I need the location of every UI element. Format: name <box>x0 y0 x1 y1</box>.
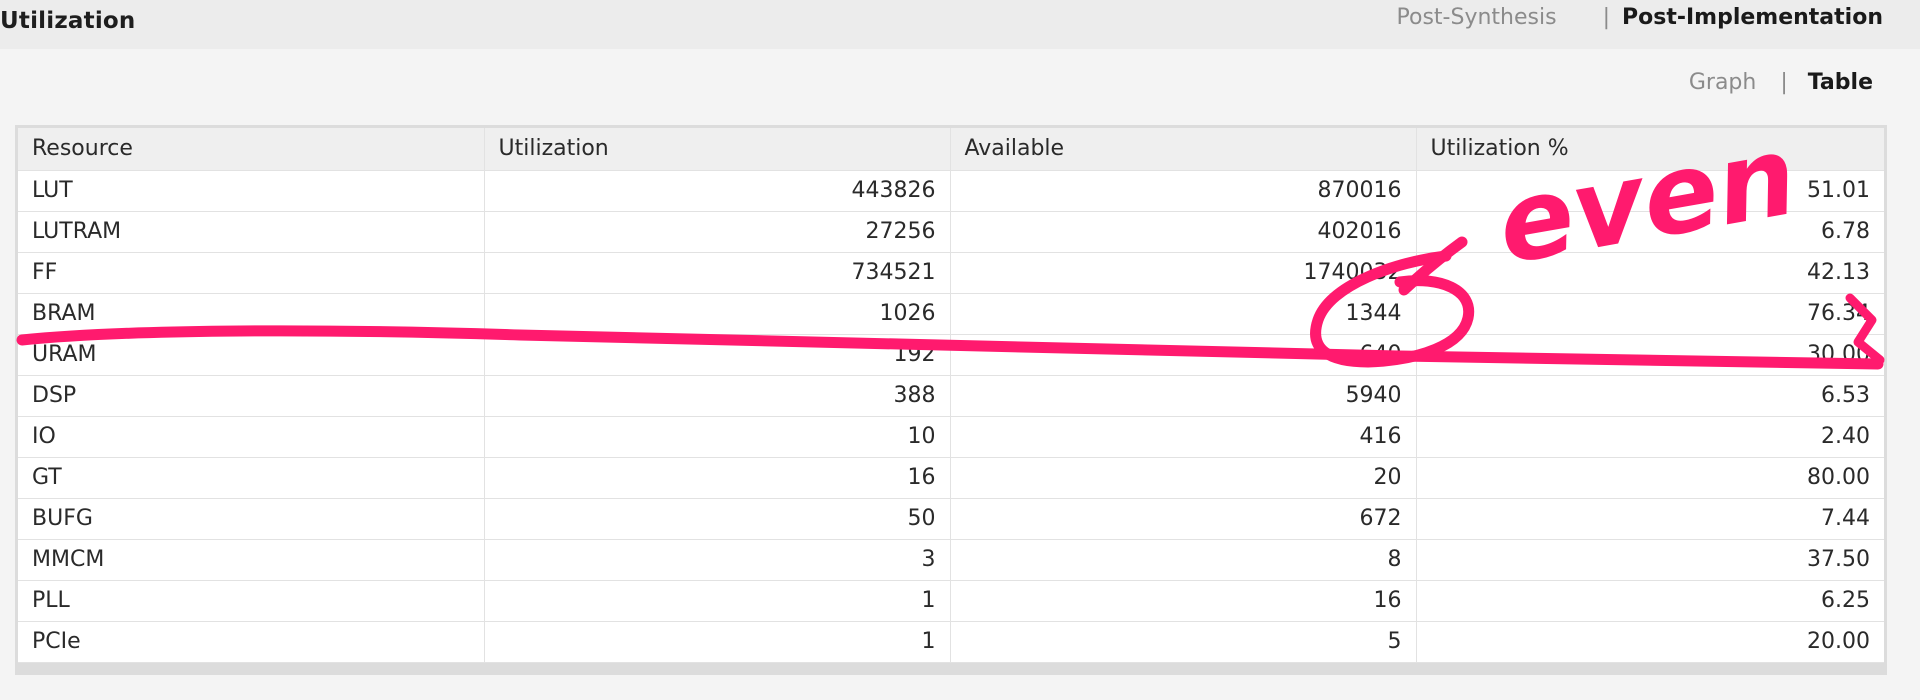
table-row[interactable]: IO 10 416 2.40 <box>18 416 1884 458</box>
cell-resource: URAM <box>18 334 485 376</box>
cell-utilization: 3 <box>484 539 951 581</box>
cell-utilization: 443826 <box>484 170 951 212</box>
post-synthesis-option[interactable]: Post-Synthesis <box>1397 5 1557 30</box>
cell-utilization: 1 <box>484 580 951 622</box>
panel-title: Utilization <box>0 8 136 34</box>
cell-available: 416 <box>950 416 1417 458</box>
cell-utilization: 16 <box>484 457 951 499</box>
cell-resource: MMCM <box>18 539 485 581</box>
column-header-available[interactable]: Available <box>950 128 1417 171</box>
table-body: LUT 443826 870016 51.01 LUTRAM 27256 402016 6.7… <box>18 170 1884 663</box>
post-implementation-option[interactable]: Post-Implementation <box>1622 5 1883 30</box>
cell-available: 870016 <box>950 170 1417 212</box>
table-row[interactable]: PLL 1 16 6.25 <box>18 580 1884 622</box>
phase-toggle: Post-Synthesis | Post-Implementation <box>1397 3 1883 33</box>
table-row[interactable]: PCIe 1 5 20.00 <box>18 621 1884 663</box>
column-header-utilization[interactable]: Utilization <box>484 128 951 171</box>
cell-utilization-percent: 7.44 <box>1416 498 1884 540</box>
table-row[interactable]: BRAM 1026 1344 76.34 <box>18 293 1884 335</box>
cell-utilization: 192 <box>484 334 951 376</box>
table-row[interactable]: MMCM 3 8 37.50 <box>18 539 1884 581</box>
cell-resource: IO <box>18 416 485 458</box>
cell-utilization: 734521 <box>484 252 951 294</box>
cell-available: 5940 <box>950 375 1417 417</box>
cell-resource: LUTRAM <box>18 211 485 253</box>
panel-header: Utilization Post-Synthesis | Post-Implemen… <box>0 0 1920 49</box>
graph-view-option[interactable]: Graph <box>1689 70 1756 95</box>
column-header-utilization-percent[interactable]: Utilization % <box>1416 128 1884 171</box>
view-toggle: Graph | Table <box>1689 68 1873 98</box>
cell-utilization-percent: 6.25 <box>1416 580 1884 622</box>
cell-available: 16 <box>950 580 1417 622</box>
cell-utilization-percent: 20.00 <box>1416 621 1884 663</box>
cell-resource: BUFG <box>18 498 485 540</box>
table-row[interactable]: LUTRAM 27256 402016 6.78 <box>18 211 1884 253</box>
utilization-table-container: Resource Utilization Available Utilizati… <box>15 125 1887 675</box>
cell-utilization: 1026 <box>484 293 951 335</box>
cell-utilization-percent: 2.40 <box>1416 416 1884 458</box>
cell-utilization: 10 <box>484 416 951 458</box>
cell-utilization-percent: 51.01 <box>1416 170 1884 212</box>
cell-available: 402016 <box>950 211 1417 253</box>
cell-utilization-percent: 76.34 <box>1416 293 1884 335</box>
cell-utilization: 1 <box>484 621 951 663</box>
table-row[interactable]: LUT 443826 870016 51.01 <box>18 170 1884 212</box>
cell-utilization: 27256 <box>484 211 951 253</box>
cell-available: 640 <box>950 334 1417 376</box>
cell-available: 20 <box>950 457 1417 499</box>
table-view-option[interactable]: Table <box>1808 70 1873 95</box>
cell-available: 672 <box>950 498 1417 540</box>
table-row[interactable]: URAM 192 640 30.00 <box>18 334 1884 376</box>
cell-utilization: 388 <box>484 375 951 417</box>
utilization-table: Resource Utilization Available Utilizati… <box>18 128 1884 663</box>
table-row[interactable]: GT 16 20 80.00 <box>18 457 1884 499</box>
cell-utilization-percent: 42.13 <box>1416 252 1884 294</box>
cell-resource: LUT <box>18 170 485 212</box>
cell-utilization-percent: 37.50 <box>1416 539 1884 581</box>
table-row[interactable]: BUFG 50 672 7.44 <box>18 498 1884 540</box>
cell-resource: PCIe <box>18 621 485 663</box>
view-separator: | <box>1780 70 1788 95</box>
cell-available: 5 <box>950 621 1417 663</box>
cell-utilization-percent: 6.53 <box>1416 375 1884 417</box>
cell-resource: PLL <box>18 580 485 622</box>
phase-separator: | <box>1602 5 1610 30</box>
table-row[interactable]: FF 734521 1740032 42.13 <box>18 252 1884 294</box>
cell-resource: GT <box>18 457 485 499</box>
cell-utilization: 50 <box>484 498 951 540</box>
cell-resource: BRAM <box>18 293 485 335</box>
cell-utilization-percent: 6.78 <box>1416 211 1884 253</box>
cell-utilization-percent: 80.00 <box>1416 457 1884 499</box>
column-header-resource[interactable]: Resource <box>18 128 485 171</box>
cell-available: 1740032 <box>950 252 1417 294</box>
table-header-row: Resource Utilization Available Utilizati… <box>18 128 1884 171</box>
cell-utilization-percent: 30.00 <box>1416 334 1884 376</box>
table-row[interactable]: DSP 388 5940 6.53 <box>18 375 1884 417</box>
cell-resource: DSP <box>18 375 485 417</box>
cell-resource: FF <box>18 252 485 294</box>
cell-available: 8 <box>950 539 1417 581</box>
cell-available: 1344 <box>950 293 1417 335</box>
